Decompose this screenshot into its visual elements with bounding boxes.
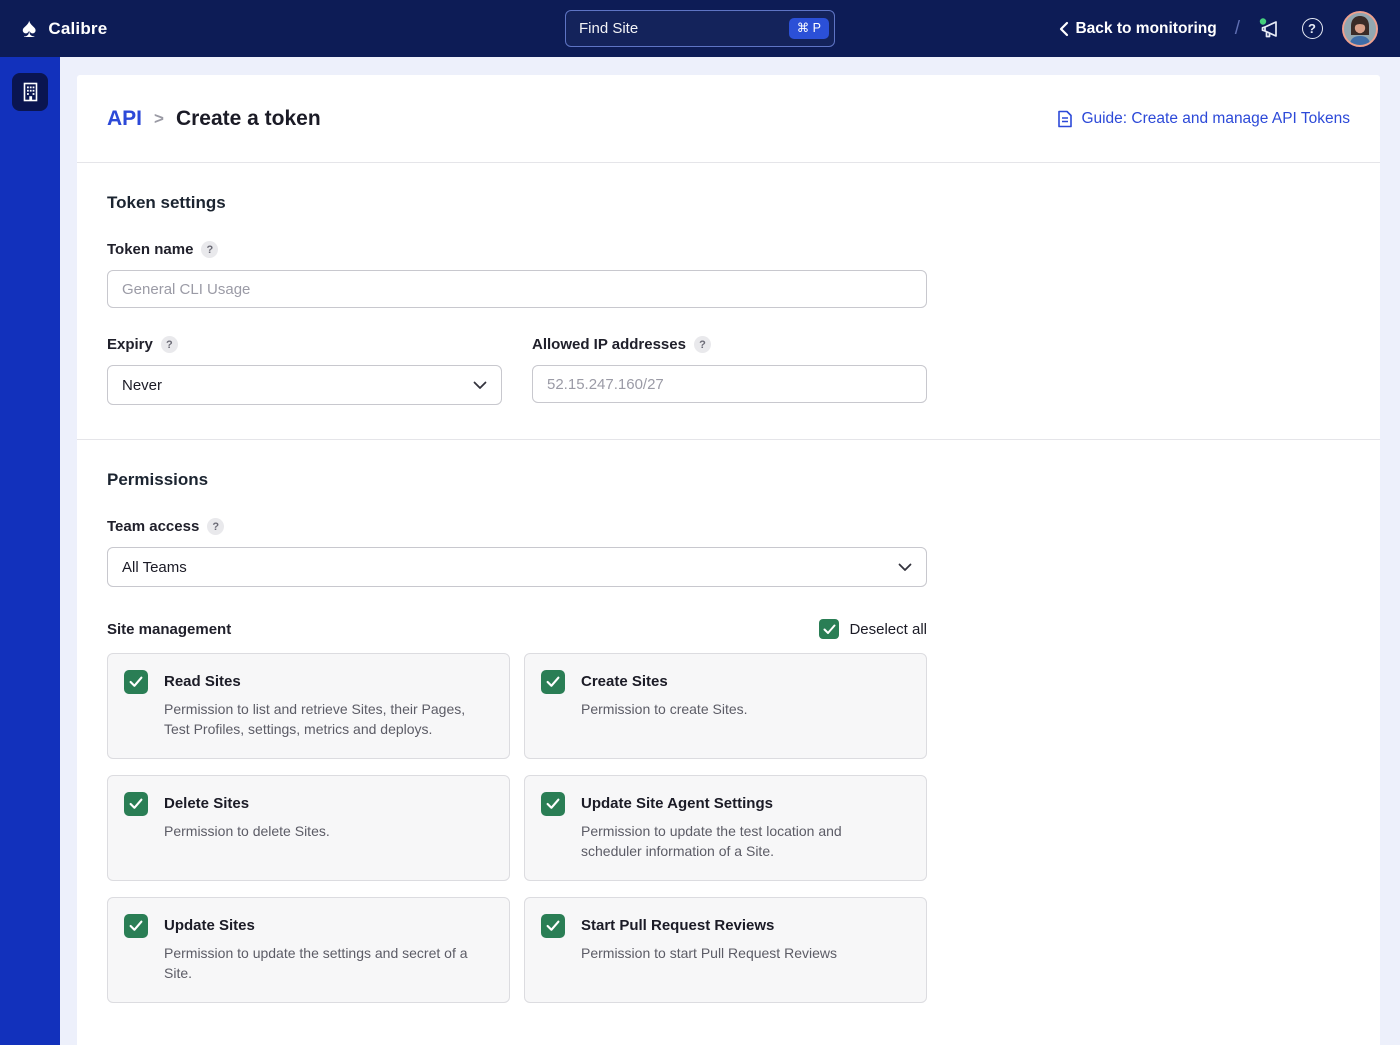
permission-checkbox[interactable]: [541, 914, 565, 938]
token-settings-section: Token settings Token name ? Expiry ? Nev…: [77, 163, 1380, 439]
permission-card: Read Sites Permission to list and retriev…: [107, 653, 510, 759]
breadcrumb-separator-icon: >: [154, 109, 164, 129]
expiry-label: Expiry: [107, 336, 153, 353]
section-heading: Token settings: [107, 193, 1350, 213]
deselect-all-control[interactable]: Deselect all: [819, 619, 927, 639]
permission-text: Create Sites Permission to create Sites.: [581, 670, 748, 742]
expiry-field-group: Expiry ? Never: [107, 336, 502, 405]
permissions-section: Permissions Team access ? All Teams Site…: [77, 439, 1380, 1037]
permission-description: Permission to update the test location a…: [581, 821, 901, 862]
permission-title: Update Site Agent Settings: [581, 793, 901, 815]
announcements-button[interactable]: [1258, 17, 1282, 41]
permission-checkbox[interactable]: [541, 792, 565, 816]
navbar-actions: Back to monitoring / ?: [1059, 11, 1378, 47]
chevron-down-icon: [898, 563, 912, 572]
page-header: API > Create a token Guide: Create and m…: [77, 75, 1380, 163]
permission-title: Start Pull Request Reviews: [581, 915, 837, 937]
chevron-left-icon: [1059, 21, 1069, 37]
permission-card: Update Sites Permission to update the set…: [107, 897, 510, 1003]
search-input[interactable]: [579, 20, 789, 37]
permission-description: Permission to delete Sites.: [164, 821, 330, 841]
token-name-field[interactable]: [107, 270, 927, 308]
permission-checkbox[interactable]: [124, 914, 148, 938]
guide-link-label: Guide: Create and manage API Tokens: [1081, 110, 1350, 128]
page-title: Create a token: [176, 107, 321, 131]
token-name-label: Token name: [107, 241, 193, 258]
main-content: API > Create a token Guide: Create and m…: [60, 57, 1400, 1045]
allowed-ips-help-icon[interactable]: ?: [694, 336, 711, 353]
notification-dot: [1260, 18, 1266, 24]
team-access-selected-value: All Teams: [122, 559, 187, 576]
navbar-separator: /: [1235, 18, 1240, 40]
megaphone-icon: [1258, 17, 1282, 41]
permission-title: Read Sites: [164, 671, 484, 693]
allowed-ips-field-group: Allowed IP addresses ?: [532, 336, 927, 405]
permission-text: Start Pull Request Reviews Permission to …: [581, 914, 837, 986]
brand-name: Calibre: [48, 19, 107, 39]
brand-area[interactable]: ♠ Calibre: [22, 15, 107, 42]
permission-description: Permission to list and retrieve Sites, t…: [164, 699, 484, 740]
permission-text: Delete Sites Permission to delete Sites.: [164, 792, 330, 864]
chevron-down-icon: [473, 381, 487, 390]
user-avatar[interactable]: [1342, 11, 1378, 47]
permission-checkbox[interactable]: [124, 792, 148, 816]
permission-description: Permission to start Pull Request Reviews: [581, 943, 837, 963]
permissions-grid: Read Sites Permission to list and retriev…: [107, 653, 927, 1003]
sidebar-item-organization[interactable]: [12, 73, 48, 111]
permission-text: Update Sites Permission to update the set…: [164, 914, 484, 986]
site-management-label: Site management: [107, 621, 231, 638]
permission-card: Update Site Agent Settings Permission to …: [524, 775, 927, 881]
team-access-label: Team access: [107, 518, 199, 535]
token-name-label-row: Token name ?: [107, 241, 1350, 258]
document-icon: [1057, 110, 1073, 128]
help-icon: ?: [1302, 18, 1323, 39]
back-link-label: Back to monitoring: [1075, 20, 1216, 38]
allowed-ips-label: Allowed IP addresses: [532, 336, 686, 353]
left-sidebar: [0, 57, 60, 1045]
section-heading: Permissions: [107, 470, 1350, 490]
allowed-ips-field[interactable]: [532, 365, 927, 403]
expiry-help-icon[interactable]: ?: [161, 336, 178, 353]
deselect-all-checkbox[interactable]: [819, 619, 839, 639]
permission-description: Permission to update the settings and se…: [164, 943, 484, 984]
back-to-monitoring-link[interactable]: Back to monitoring: [1059, 20, 1216, 38]
permission-title: Create Sites: [581, 671, 748, 693]
building-icon: [21, 82, 40, 102]
permission-card: Create Sites Permission to create Sites.: [524, 653, 927, 759]
breadcrumb: API > Create a token: [107, 107, 321, 131]
permission-checkbox[interactable]: [124, 670, 148, 694]
team-access-help-icon[interactable]: ?: [207, 518, 224, 535]
team-access-label-row: Team access ?: [107, 518, 1350, 535]
expiry-ip-row: Expiry ? Never Allowed IP addresses: [107, 336, 1350, 405]
keyboard-shortcut-badge: ⌘ P: [789, 18, 829, 39]
help-button[interactable]: ?: [1300, 17, 1324, 41]
avatar-image: [1344, 13, 1376, 45]
permission-title: Update Sites: [164, 915, 484, 937]
permission-title: Delete Sites: [164, 793, 330, 815]
site-management-header: Site management Deselect all: [107, 619, 927, 639]
permission-text: Read Sites Permission to list and retriev…: [164, 670, 484, 742]
guide-link[interactable]: Guide: Create and manage API Tokens: [1057, 110, 1350, 128]
token-name-help-icon[interactable]: ?: [201, 241, 218, 258]
expiry-select[interactable]: Never: [107, 365, 502, 405]
expiry-selected-value: Never: [122, 377, 162, 394]
breadcrumb-api-link[interactable]: API: [107, 107, 142, 131]
page-card: API > Create a token Guide: Create and m…: [77, 75, 1380, 1045]
find-site-search[interactable]: ⌘ P: [565, 10, 835, 47]
calibre-logo-icon: ♠: [22, 15, 36, 42]
top-navbar: ♠ Calibre ⌘ P Back to monitoring / ?: [0, 0, 1400, 57]
permission-description: Permission to create Sites.: [581, 699, 748, 719]
permission-text: Update Site Agent Settings Permission to …: [581, 792, 901, 864]
permission-checkbox[interactable]: [541, 670, 565, 694]
permission-card: Start Pull Request Reviews Permission to …: [524, 897, 927, 1003]
deselect-all-label: Deselect all: [849, 621, 927, 638]
team-access-select[interactable]: All Teams: [107, 547, 927, 587]
permission-card: Delete Sites Permission to delete Sites.: [107, 775, 510, 881]
